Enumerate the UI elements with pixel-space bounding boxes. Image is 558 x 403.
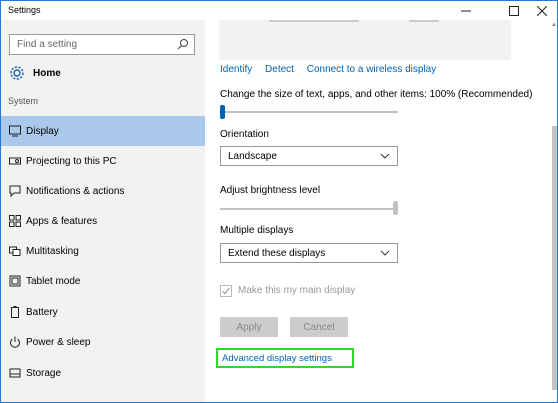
close-button[interactable]: [527, 1, 557, 20]
preview-highlight: [409, 20, 439, 22]
section-label: System: [8, 96, 39, 106]
sidebar: Find a setting Home System Display Proje…: [1, 20, 205, 402]
apps-icon: [9, 215, 21, 227]
search-icon: [177, 39, 188, 50]
sidebar-item-label: Multitasking: [26, 245, 79, 257]
orientation-value: Landscape: [228, 151, 277, 162]
main-display-checkbox[interactable]: [220, 285, 232, 297]
title-bar: Settings: [1, 1, 557, 20]
advanced-link-label: Advanced display settings: [222, 352, 332, 364]
brightness-slider[interactable]: [220, 208, 398, 210]
sidebar-item-label: Power & sleep: [26, 336, 91, 348]
projector-icon: [9, 157, 21, 165]
sidebar-item-projecting[interactable]: Projecting to this PC: [1, 146, 205, 176]
notifications-icon: [9, 185, 21, 197]
sidebar-item-notifications[interactable]: Notifications & actions: [1, 176, 205, 206]
scale-label: Change the size of text, apps, and other…: [220, 89, 533, 100]
sidebar-item-label: Tablet mode: [26, 275, 81, 287]
close-icon: [537, 5, 547, 16]
monitor-icon: [9, 125, 21, 137]
tablet-icon: [9, 275, 21, 287]
maximize-icon: [509, 5, 519, 16]
chevron-down-icon: [380, 153, 390, 159]
sidebar-item-power[interactable]: Power & sleep: [1, 327, 205, 357]
preview-highlight: [269, 20, 359, 22]
identify-link[interactable]: Identify: [220, 64, 252, 75]
power-icon: [10, 336, 20, 348]
orientation-label: Orientation: [220, 129, 269, 140]
sidebar-item-storage[interactable]: Storage: [1, 358, 205, 388]
sidebar-item-label: Projecting to this PC: [26, 155, 117, 167]
multiple-displays-select[interactable]: Extend these displays: [220, 243, 398, 263]
chevron-down-icon: [380, 250, 390, 256]
detect-link[interactable]: Detect: [265, 64, 294, 75]
scale-slider-thumb[interactable]: [220, 105, 225, 119]
apply-button[interactable]: Apply: [220, 317, 278, 337]
sidebar-item-multitasking[interactable]: Multitasking: [1, 236, 205, 266]
minimize-button[interactable]: [451, 1, 481, 20]
multitasking-icon: [9, 246, 21, 256]
maximize-button[interactable]: [499, 1, 529, 20]
scroll-up-icon[interactable]: ▲: [551, 22, 557, 30]
wireless-display-link[interactable]: Connect to a wireless display: [307, 64, 437, 75]
sidebar-item-tablet[interactable]: Tablet mode: [1, 266, 205, 296]
search-placeholder: Find a setting: [17, 39, 78, 50]
display-links: Identify Detect Connect to a wireless di…: [220, 64, 446, 75]
main-content: Identify Detect Connect to a wireless di…: [205, 20, 551, 402]
sidebar-item-label: Display: [26, 125, 59, 137]
home-label: Home: [33, 67, 61, 79]
sidebar-item-label: Apps & features: [26, 215, 98, 227]
gear-icon: [10, 66, 24, 80]
brightness-slider-thumb[interactable]: [393, 201, 398, 215]
cancel-button[interactable]: Cancel: [290, 317, 348, 337]
home-link[interactable]: Home: [9, 63, 61, 83]
sidebar-item-label: Storage: [26, 367, 62, 379]
scrollbar[interactable]: ▲: [551, 20, 557, 402]
sidebar-item-label: Notifications & actions: [26, 185, 125, 197]
battery-icon: [11, 306, 19, 318]
settings-window: Settings Find a setting Home System Disp…: [0, 0, 558, 403]
sidebar-item-display[interactable]: Display: [1, 116, 205, 146]
checkmark-icon: [222, 287, 230, 295]
scrollbar-thumb[interactable]: [552, 126, 557, 390]
main-display-label: Make this my main display: [238, 285, 356, 296]
sidebar-item-apps[interactable]: Apps & features: [1, 206, 205, 236]
brightness-label: Adjust brightness level: [220, 185, 321, 196]
sidebar-item-battery[interactable]: Battery: [1, 297, 205, 327]
multiple-displays-label: Multiple displays: [220, 225, 294, 236]
display-preview[interactable]: [219, 20, 511, 60]
scale-slider[interactable]: [220, 111, 398, 113]
storage-icon: [9, 368, 21, 378]
multiple-displays-value: Extend these displays: [228, 248, 326, 259]
orientation-select[interactable]: Landscape: [220, 146, 398, 166]
minimize-icon: [461, 10, 471, 11]
search-input[interactable]: Find a setting: [9, 34, 195, 55]
window-title: Settings: [8, 5, 41, 15]
advanced-display-settings-link[interactable]: Advanced display settings: [216, 348, 354, 368]
sidebar-item-label: Battery: [26, 306, 58, 318]
